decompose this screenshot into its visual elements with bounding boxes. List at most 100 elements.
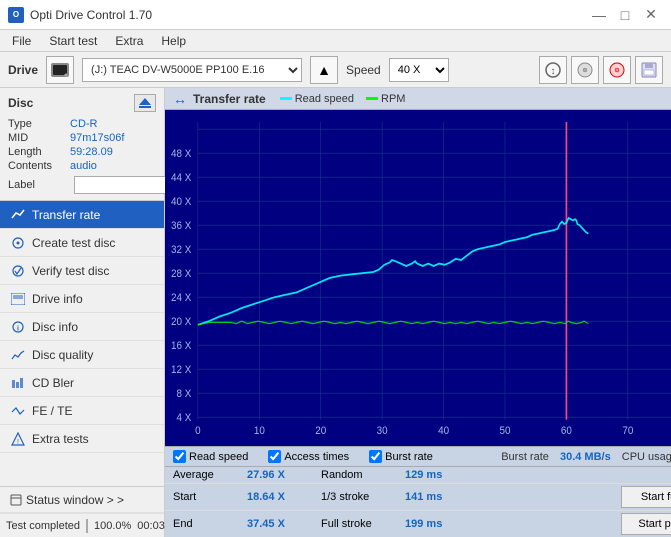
- start-label: Start: [173, 491, 243, 503]
- svg-text:48 X: 48 X: [171, 148, 191, 159]
- svg-text:70: 70: [622, 426, 633, 437]
- nav-section: Transfer rate Create test disc Verify te…: [0, 201, 164, 486]
- nav-item-disc-info[interactable]: i Disc info: [0, 313, 164, 341]
- access-times-checkbox[interactable]: [268, 450, 281, 463]
- burst-rate-value-group: Burst rate 30.4 MB/s CPU usage 1%: [501, 451, 671, 463]
- menu-file[interactable]: File: [4, 32, 39, 50]
- nav-item-drive-info[interactable]: Drive info: [0, 285, 164, 313]
- svg-text:8 X: 8 X: [177, 388, 192, 399]
- stats-row-3: End 37.45 X Full stroke 199 ms Start par…: [165, 510, 671, 537]
- stats-row-2: Start 18.64 X 1/3 stroke 141 ms Start fu…: [165, 483, 671, 510]
- chart-area: ↔ Transfer rate Read speed RPM: [165, 88, 671, 537]
- svg-text:24 X: 24 X: [171, 292, 191, 303]
- one-third-stroke-value: 141 ms: [405, 491, 465, 503]
- svg-text:20: 20: [315, 426, 326, 437]
- disc-eject-button[interactable]: [134, 94, 156, 112]
- maximize-button[interactable]: □: [613, 5, 637, 25]
- extra-tests-icon: !: [10, 431, 26, 447]
- contents-val: audio: [70, 160, 97, 172]
- svg-text:↕: ↕: [551, 66, 556, 77]
- app-title: Opti Drive Control 1.70: [30, 8, 152, 22]
- toolbar-icon-3[interactable]: [603, 56, 631, 84]
- type-val: CD-R: [70, 118, 98, 130]
- average-value: 27.96 X: [247, 469, 317, 481]
- left-panel: Disc Type CD-R MID 97m17s06f Length 59:2…: [0, 88, 165, 537]
- burst-rate-display-value: 30.4 MB/s: [560, 451, 611, 463]
- burst-rate-checkbox[interactable]: [369, 450, 382, 463]
- svg-text:0: 0: [195, 426, 201, 437]
- random-label: Random: [321, 469, 401, 481]
- svg-text:40 X: 40 X: [171, 196, 191, 207]
- nav-item-fe-te[interactable]: FE / TE: [0, 397, 164, 425]
- toolbar-icon-2[interactable]: [571, 56, 599, 84]
- nav-item-cd-bler[interactable]: CD Bler: [0, 369, 164, 397]
- drive-info-icon: [10, 291, 26, 307]
- drive-label: Drive: [8, 63, 38, 77]
- progress-track: [86, 519, 88, 533]
- full-stroke-label: Full stroke: [321, 518, 401, 530]
- cd-bler-icon: [10, 375, 26, 391]
- svg-text:i: i: [17, 325, 19, 332]
- nav-label-fe-te: FE / TE: [32, 404, 72, 418]
- start-full-button[interactable]: Start full: [621, 486, 671, 508]
- test-completed-label: Test completed: [6, 520, 80, 532]
- legend-color-rpm: [366, 97, 378, 100]
- nav-item-extra-tests[interactable]: ! Extra tests: [0, 425, 164, 453]
- length-val: 59:28.09: [70, 146, 113, 158]
- svg-text:36 X: 36 X: [171, 220, 191, 231]
- svg-text:32 X: 32 X: [171, 244, 191, 255]
- mid-key: MID: [8, 132, 70, 144]
- svg-text:44 X: 44 X: [171, 172, 191, 183]
- start-part-button[interactable]: Start part: [621, 513, 671, 535]
- nav-label-create-test-disc: Create test disc: [32, 236, 115, 250]
- full-stroke-value: 199 ms: [405, 518, 465, 530]
- toolbar-icon-4[interactable]: [635, 56, 663, 84]
- nav-item-verify-test-disc[interactable]: Verify test disc: [0, 257, 164, 285]
- chart-container: 4 X 8 X 12 X 16 X 20 X 24 X 28 X 32 X 36…: [165, 110, 671, 446]
- legend-label-rpm: RPM: [381, 93, 405, 105]
- svg-text:40: 40: [438, 426, 449, 437]
- svg-text:60: 60: [561, 426, 572, 437]
- burst-rate-checkbox-group: Burst rate: [369, 450, 433, 463]
- nav-item-create-test-disc[interactable]: Create test disc: [0, 229, 164, 257]
- nav-label-extra-tests: Extra tests: [32, 432, 89, 446]
- average-label: Average: [173, 469, 243, 481]
- status-section: Status window > > Test completed 100.0% …: [0, 486, 164, 537]
- nav-item-transfer-rate[interactable]: Transfer rate: [0, 201, 164, 229]
- status-window-icon: [10, 494, 22, 506]
- random-value: 129 ms: [405, 469, 465, 481]
- status-window-button[interactable]: Status window > >: [0, 487, 164, 513]
- svg-text:20 X: 20 X: [171, 316, 191, 327]
- chart-title: Transfer rate: [193, 92, 266, 106]
- disc-header-label: Disc: [8, 96, 33, 110]
- legend-label-read-speed: Read speed: [295, 93, 354, 105]
- speed-select[interactable]: 40 X 32 X 48 X MAX: [389, 58, 449, 82]
- close-button[interactable]: ✕: [639, 5, 663, 25]
- nav-label-drive-info: Drive info: [32, 292, 83, 306]
- eject-button[interactable]: ▲: [310, 56, 338, 84]
- read-speed-checkbox-label: Read speed: [189, 451, 248, 463]
- svg-text:28 X: 28 X: [171, 268, 191, 279]
- toolbar-icon-1[interactable]: ↕: [539, 56, 567, 84]
- svg-text:!: !: [17, 439, 19, 446]
- menu-start-test[interactable]: Start test: [41, 32, 105, 50]
- chart-header: ↔ Transfer rate Read speed RPM: [165, 88, 671, 110]
- chart-header-icon: ↔: [173, 91, 187, 107]
- nav-label-transfer-rate: Transfer rate: [32, 208, 100, 222]
- drive-icon-button[interactable]: [46, 56, 74, 84]
- nav-item-disc-quality[interactable]: Disc quality: [0, 341, 164, 369]
- minimize-button[interactable]: —: [587, 5, 611, 25]
- read-speed-checkbox[interactable]: [173, 450, 186, 463]
- burst-rate-checkbox-label: Burst rate: [385, 451, 433, 463]
- svg-text:12 X: 12 X: [171, 364, 191, 375]
- mid-val: 97m17s06f: [70, 132, 124, 144]
- menu-extra[interactable]: Extra: [107, 32, 151, 50]
- drive-select[interactable]: (J:) TEAC DV-W5000E PP100 E.16: [82, 58, 302, 82]
- nav-label-disc-quality: Disc quality: [32, 348, 93, 362]
- legend-color-read-speed: [280, 97, 292, 100]
- type-key: Type: [8, 118, 70, 130]
- status-window-label: Status window > >: [26, 493, 124, 507]
- menu-help[interactable]: Help: [153, 32, 194, 50]
- stats-row-1: Average 27.96 X Random 129 ms: [165, 466, 671, 483]
- one-third-stroke-label: 1/3 stroke: [321, 491, 401, 503]
